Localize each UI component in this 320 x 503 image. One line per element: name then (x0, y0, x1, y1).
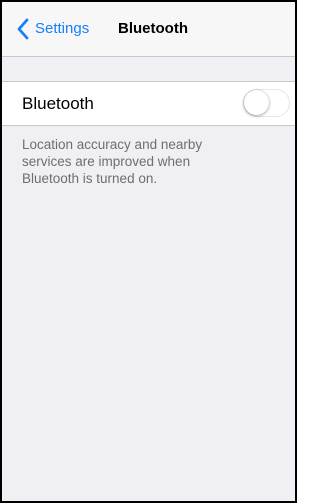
toggle-knob (244, 90, 269, 115)
section-spacer (2, 57, 295, 81)
chevron-left-icon (12, 18, 34, 40)
bluetooth-toggle[interactable] (243, 89, 290, 117)
bluetooth-label: Bluetooth (22, 94, 94, 113)
screen-frame: Settings Bluetooth Bluetooth Location ac… (0, 0, 297, 503)
back-button-label: Settings (35, 20, 90, 37)
bluetooth-cell: Bluetooth (2, 81, 295, 126)
page-title: Bluetooth (118, 20, 188, 37)
footer-note-line: Location accuracy and nearby (22, 137, 203, 152)
navigation-bar: Settings Bluetooth (2, 2, 295, 57)
bluetooth-footer-note: Location accuracy and nearby services ar… (22, 136, 272, 187)
back-button[interactable]: Settings (12, 17, 89, 41)
footer-note-line: Bluetooth is turned on. (22, 171, 158, 186)
footer-note-line: services are improved when (22, 154, 191, 169)
